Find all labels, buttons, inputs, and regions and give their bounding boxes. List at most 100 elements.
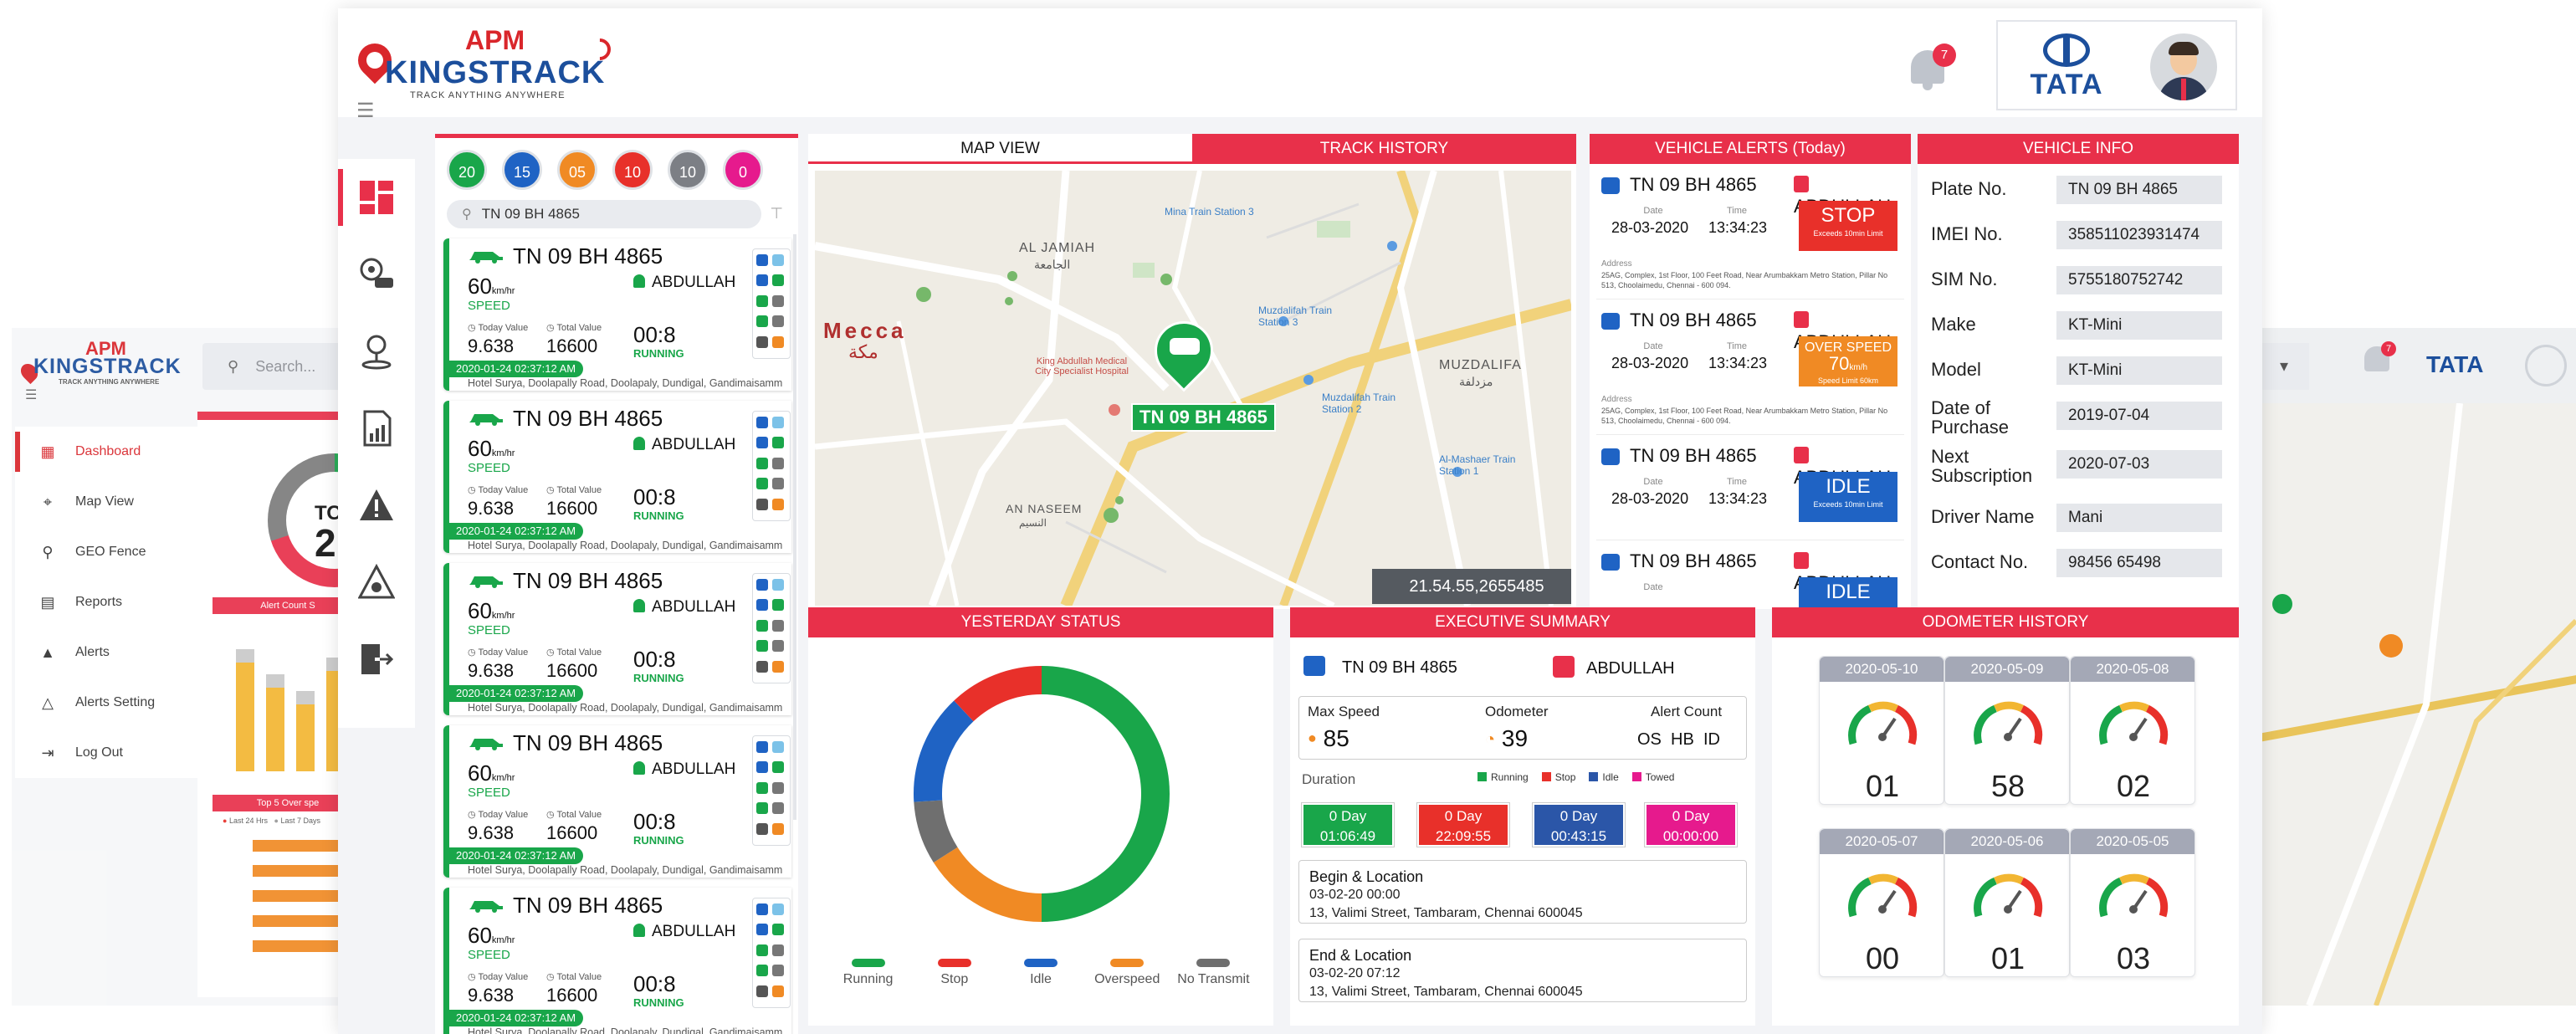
duration-day: 0 Day: [1329, 808, 1367, 824]
vehicle-action-icon[interactable]: [772, 802, 784, 815]
filter-no-transmit[interactable]: 10: [668, 150, 708, 190]
vehicle-action-icon[interactable]: [756, 985, 768, 997]
filter-idle[interactable]: 15: [502, 150, 542, 190]
vehicle-action-icon[interactable]: [772, 640, 784, 653]
vehicle-action-icon[interactable]: [772, 965, 784, 977]
alert-card[interactable]: TN 09 BH 4865ABDULLAHDateIDLE: [1596, 547, 1904, 609]
duration-idle: 0 Day 00:43:15: [1533, 803, 1625, 847]
vehicle-action-icon[interactable]: [772, 254, 784, 266]
vehicle-action-icon[interactable]: [772, 274, 784, 287]
speed-unit: km/hr: [491, 935, 515, 945]
filter-icon[interactable]: ⊤: [770, 205, 783, 223]
sidebar-item-alerts[interactable]: ▲ Alerts: [15, 627, 228, 678]
sidebar-item-log-out[interactable]: ⇥ Log Out: [15, 728, 228, 778]
vehicle-action-icon[interactable]: [772, 761, 784, 774]
vehicle-action-icon[interactable]: [756, 781, 768, 794]
filter-running[interactable]: 20: [447, 150, 487, 190]
vehicle-action-icon[interactable]: [772, 335, 784, 348]
vehicle-action-icon[interactable]: [772, 315, 784, 328]
sidebar-item-reports[interactable]: ▤ Reports: [15, 577, 228, 627]
user-avatar-icon[interactable]: [2525, 345, 2567, 386]
tab-track-history[interactable]: TRACK HISTORY: [1192, 134, 1576, 164]
vehicle-action-icon[interactable]: [772, 944, 784, 956]
total-value-label: ◷ Total Value: [546, 971, 602, 982]
user-avatar[interactable]: [2150, 33, 2217, 100]
vehicle-search-input[interactable]: ⚲ TN 09 BH 4865 ⊤: [447, 200, 783, 228]
odometer-value: ◔ 39: [1485, 725, 1528, 752]
background-map[interactable]: [2259, 403, 2576, 1006]
map-view[interactable]: Mecca مكة AL JAMIAH الجامعة MUZDALIFA مز…: [815, 171, 1571, 606]
vehicle-action-icon[interactable]: [756, 417, 768, 428]
vehicle-action-icon[interactable]: [772, 478, 784, 490]
vehicle-action-icon[interactable]: [756, 802, 768, 815]
vehicle-list-scrollbar[interactable]: [793, 234, 796, 820]
sidebar-item-geo-fence[interactable]: ⚲ GEO Fence: [15, 527, 228, 577]
rail-alerts[interactable]: [338, 467, 415, 544]
vehicle-action-icon[interactable]: [756, 315, 768, 328]
vehicle-action-icon[interactable]: [772, 822, 784, 835]
vehicle-action-icon[interactable]: [756, 965, 768, 977]
filter-towed[interactable]: 0: [723, 150, 763, 190]
vehicle-action-icon[interactable]: [756, 944, 768, 956]
vehicle-action-icon[interactable]: [756, 457, 768, 469]
vehicle-card[interactable]: TN 09 BH 4865 60km/hr SPEED ABDULLAH ◷ Today…: [443, 401, 791, 553]
vehicle-action-icon[interactable]: [772, 294, 784, 307]
vehicle-card[interactable]: TN 09 BH 4865 60km/hr SPEED ABDULLAH ◷ Today…: [443, 888, 791, 1034]
hamburger-icon[interactable]: ☰: [25, 386, 37, 403]
vehicle-action-icon[interactable]: [756, 498, 768, 510]
rail-log-out[interactable]: [338, 621, 415, 698]
sidebar-item-dashboard[interactable]: ▦ Dashboard: [15, 427, 228, 477]
hamburger-icon[interactable]: ☰: [356, 99, 375, 123]
vehicle-action-icon[interactable]: [756, 903, 768, 915]
vehicle-action-icon[interactable]: [756, 761, 768, 774]
rail-geo-fence[interactable]: [338, 313, 415, 390]
chevron-down-icon[interactable]: ▾: [2259, 343, 2309, 390]
vehicle-action-icon[interactable]: [772, 619, 784, 632]
sidebar-item-map-view[interactable]: ⌖ Map View: [15, 477, 228, 527]
speedometer-icon: [1974, 873, 2043, 918]
vehicle-action-icon[interactable]: [756, 741, 768, 753]
rail-alerts-setting[interactable]: [338, 544, 415, 621]
rail-dashboard[interactable]: [338, 159, 415, 236]
alert-card[interactable]: TN 09 BH 4865ABDULLAHDateTime28-03-20201…: [1596, 171, 1904, 299]
vehicle-action-icon[interactable]: [772, 741, 784, 753]
vehicle-action-icon[interactable]: [772, 985, 784, 997]
vehicle-action-icon[interactable]: [756, 274, 768, 287]
vehicle-card[interactable]: TN 09 BH 4865 60km/hr SPEED ABDULLAH ◷ Today…: [443, 563, 791, 715]
filter-overspeed[interactable]: 05: [557, 150, 597, 190]
vehicle-action-icon[interactable]: [772, 579, 784, 591]
vehicle-card[interactable]: TN 09 BH 4865 60km/hr SPEED ABDULLAH ◷ Today…: [443, 725, 791, 878]
vehicle-action-icon[interactable]: [756, 640, 768, 653]
filter-stop[interactable]: 10: [612, 150, 653, 190]
vehicle-action-icon[interactable]: [772, 781, 784, 794]
vehicle-action-icon[interactable]: [756, 335, 768, 348]
vehicle-action-icon[interactable]: [756, 478, 768, 490]
vehicle-action-icon[interactable]: [772, 457, 784, 469]
sidebar-item-alerts-setting[interactable]: △ Alerts Setting: [15, 678, 228, 728]
alert-card[interactable]: TN 09 BH 4865ABDULLAHDateTime28-03-20201…: [1596, 306, 1904, 435]
alert-card[interactable]: TN 09 BH 4865ABDULLAHDateTime28-03-20201…: [1596, 442, 1904, 540]
vehicle-action-icon[interactable]: [756, 437, 768, 449]
vehicle-action-icon[interactable]: [756, 660, 768, 673]
vehicle-action-icon[interactable]: [756, 599, 768, 612]
vehicle-card[interactable]: TN 09 BH 4865 60km/hr SPEED ABDULLAH ◷ Today…: [443, 238, 791, 391]
vehicle-action-icon[interactable]: [756, 822, 768, 835]
kingstrack-logo[interactable]: APM KINGSTRACK TRACK ANYTHING ANYWHERE: [346, 20, 631, 104]
notification-bell[interactable]: 7: [1903, 44, 1956, 94]
vehicle-action-icon[interactable]: [772, 417, 784, 428]
vehicle-action-icon[interactable]: [772, 498, 784, 510]
vehicle-action-icon[interactable]: [756, 254, 768, 266]
vehicle-action-icon[interactable]: [772, 660, 784, 673]
vehicle-action-icon[interactable]: [772, 599, 784, 612]
tab-map-view[interactable]: MAP VIEW: [808, 134, 1192, 164]
vehicle-action-icon[interactable]: [756, 294, 768, 307]
vehicle-action-icon[interactable]: [772, 437, 784, 449]
vehicle-action-icon[interactable]: [772, 903, 784, 915]
vehicle-action-icon[interactable]: [756, 924, 768, 936]
rail-reports[interactable]: [338, 390, 415, 467]
vehicle-action-icon[interactable]: [756, 619, 768, 632]
rail-map-view[interactable]: [338, 236, 415, 313]
odometer-label: Odometer: [1485, 704, 1549, 719]
vehicle-action-icon[interactable]: [772, 924, 784, 936]
vehicle-action-icon[interactable]: [756, 579, 768, 591]
